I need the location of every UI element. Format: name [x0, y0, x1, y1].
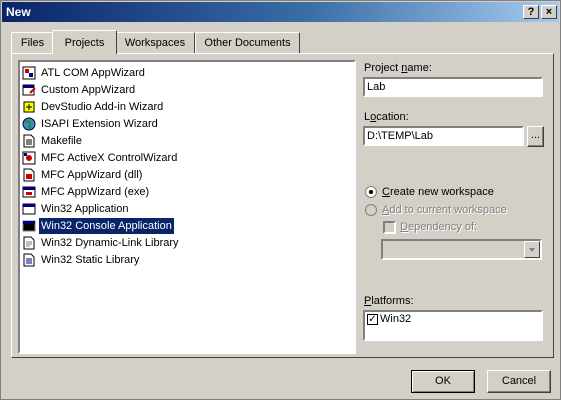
win32-platform-checkbox[interactable]: ✓ — [367, 314, 378, 325]
list-item-label: Win32 Dynamic-Link Library — [41, 237, 179, 249]
project-name-label-text: Project — [364, 62, 402, 74]
makefile-icon — [22, 134, 36, 148]
close-button[interactable]: × — [541, 5, 557, 19]
atl-com-appwizard-icon — [22, 66, 36, 80]
mfc-dll-icon — [22, 168, 36, 182]
list-item-label: DevStudio Add-in Wizard — [41, 101, 164, 113]
dependency-label-key: D — [400, 221, 408, 233]
console-window-icon — [22, 219, 36, 233]
list-item-label: ISAPI Extension Wizard — [41, 118, 158, 130]
mfc-exe-icon — [22, 185, 36, 199]
dll-document-icon — [22, 236, 36, 250]
location-input[interactable]: D:\TEMP\Lab — [363, 126, 524, 146]
dependency-checkbox[interactable] — [383, 221, 396, 234]
list-item-label: Win32 Console Application — [38, 217, 175, 235]
static-library-icon — [22, 253, 36, 267]
project-name-label: Project name: — [364, 62, 432, 74]
browse-button[interactable]: ... — [527, 126, 544, 147]
new-dialog: New ? × Files Projects Workspaces Other … — [0, 0, 561, 400]
list-item-label: Makefile — [41, 135, 82, 147]
list-item-label: Custom AppWizard — [41, 84, 136, 96]
platforms-label-rest: latforms: — [371, 295, 414, 307]
project-name-input[interactable]: Lab — [363, 77, 543, 97]
list-item-label: MFC AppWizard (dll) — [41, 169, 143, 181]
project-type-list[interactable]: ATL COM AppWizard Custom AppWizard DevSt… — [18, 60, 356, 354]
mfc-activex-icon — [22, 151, 36, 165]
dependency-label-rest: ependency of: — [407, 221, 478, 233]
cancel-button[interactable]: Cancel — [487, 370, 551, 393]
tab-files[interactable]: Files — [11, 32, 54, 53]
list-item-label: MFC AppWizard (exe) — [41, 186, 150, 198]
isapi-globe-icon — [22, 117, 36, 131]
location-label-rest: cation: — [376, 111, 409, 123]
add-to-workspace-label[interactable]: Add to current workspace — [382, 204, 507, 216]
ok-button[interactable]: OK — [411, 370, 475, 393]
title-bar[interactable]: New ? × — [2, 2, 559, 22]
dependency-dropdown[interactable] — [381, 239, 542, 260]
platforms-label: Platforms: — [364, 295, 414, 307]
win32-app-icon — [22, 202, 36, 216]
devstudio-addin-icon — [22, 100, 36, 114]
location-label: Location: — [364, 111, 409, 123]
custom-appwizard-icon — [22, 83, 36, 97]
list-item-label: ATL COM AppWizard — [41, 67, 145, 79]
platform-label: Win32 — [380, 313, 412, 325]
create-new-workspace-radio[interactable] — [365, 186, 377, 198]
list-item-label: Win32 Application — [41, 203, 129, 215]
add-to-workspace-radio[interactable] — [365, 204, 377, 216]
tab-projects[interactable]: Projects — [52, 30, 117, 54]
platforms-list[interactable]: ✓ Win32 — [363, 310, 543, 341]
create-label-rest: reate new workspace — [389, 186, 494, 198]
window-title: New — [6, 5, 31, 19]
tab-workspaces[interactable]: Workspaces — [115, 32, 195, 53]
tab-other-documents[interactable]: Other Documents — [195, 32, 300, 53]
dependency-label[interactable]: Dependency of: — [400, 221, 477, 233]
add-label-rest: dd to current workspace — [389, 204, 507, 216]
help-button[interactable]: ? — [523, 5, 539, 19]
create-label-key: C — [382, 186, 390, 198]
chevron-down-icon[interactable] — [524, 241, 540, 258]
create-new-workspace-label[interactable]: Create new workspace — [382, 186, 494, 198]
list-item-label: Win32 Static Library — [41, 254, 140, 266]
list-item-label: MFC ActiveX ControlWizard — [41, 152, 178, 164]
project-name-label-rest: ame: — [407, 62, 432, 74]
